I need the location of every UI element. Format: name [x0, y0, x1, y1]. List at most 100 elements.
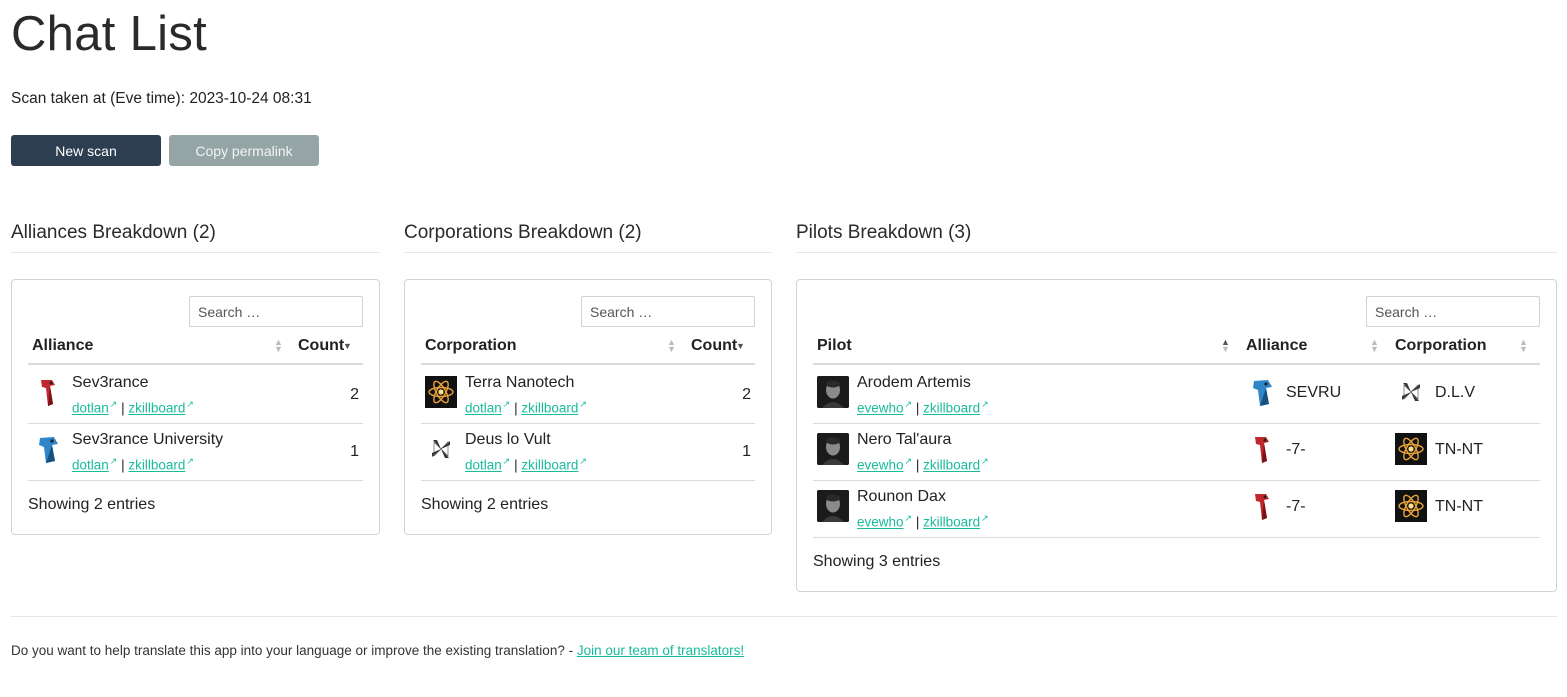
corporation-column-header[interactable]: Corporation — [425, 337, 517, 355]
count-column-header[interactable]: Count — [298, 337, 344, 355]
corporations-panel: Corporation ▲▼ Count ▼ Terra Nanotech do… — [404, 279, 772, 535]
count-value: 2 — [350, 386, 359, 403]
footer-text: Do you want to help translate this app i… — [11, 643, 574, 658]
zkillboard-link[interactable]: zkillboard — [521, 458, 578, 473]
pilot-alliance: SEVRU — [1286, 384, 1342, 401]
sort-icon[interactable]: ▲ ▼ — [1370, 338, 1379, 354]
external-link-icon: ↗ — [502, 399, 511, 409]
table-row: Arodem Artemis evewho↗ | zkillboard↗ SEV… — [813, 367, 1540, 424]
row-links: dotlan↗ | zkillboard↗ — [465, 399, 587, 416]
zkillboard-link[interactable]: zkillboard — [128, 401, 185, 416]
pilots-panel: Pilot ▲▼ Alliance ▲▼ Corporation ▲▼ Arod… — [796, 279, 1557, 592]
evewho-link[interactable]: evewho — [857, 458, 904, 473]
pilot-alliance: -7- — [1286, 498, 1306, 515]
evewho-link[interactable]: evewho — [857, 401, 904, 416]
alliance-column-header[interactable]: Alliance — [1246, 337, 1307, 355]
alliance-column-header[interactable]: Alliance — [32, 337, 93, 355]
sort-icon[interactable]: ▲ ▼ — [667, 338, 676, 354]
copy-permalink-button[interactable]: Copy permalink — [169, 135, 319, 166]
count-value: 1 — [742, 443, 751, 460]
sort-asc-icon[interactable]: ▲ ▼ — [1221, 338, 1230, 354]
zkillboard-link[interactable]: zkillboard — [923, 401, 980, 416]
alliances-showing-entries: Showing 2 entries — [28, 496, 156, 513]
corporation-name: Deus lo Vult — [465, 431, 551, 448]
pilot-corporation: TN-NT — [1435, 441, 1483, 458]
count-value: 1 — [350, 443, 359, 460]
footer: Do you want to help translate this app i… — [11, 643, 744, 658]
pilot-name: Arodem Artemis — [857, 374, 971, 391]
scan-time: Scan taken at (Eve time): 2023-10-24 08:… — [11, 90, 312, 107]
corporation-logo-icon — [1395, 490, 1427, 522]
pilot-portrait-icon — [817, 433, 849, 465]
count-column-header[interactable]: Count — [691, 337, 737, 355]
row-links: evewho↗ | zkillboard↗ — [857, 399, 989, 416]
pilot-name: Rounon Dax — [857, 488, 946, 505]
page-title: Chat List — [11, 7, 208, 61]
alliances-search-input[interactable] — [189, 296, 363, 327]
new-scan-button[interactable]: New scan — [11, 135, 161, 166]
corporations-heading: Corporations Breakdown (2) — [404, 222, 772, 253]
pilot-portrait-icon — [817, 490, 849, 522]
alliance-logo-icon — [32, 376, 64, 408]
table-row: Sev3rance dotlan↗ | zkillboard↗ 2 — [28, 367, 363, 424]
zkillboard-link[interactable]: zkillboard — [128, 458, 185, 473]
row-links: evewho↗ | zkillboard↗ — [857, 513, 989, 530]
table-row: Nero Tal'aura evewho↗ | zkillboard↗ -7- … — [813, 424, 1540, 481]
alliance-logo-icon — [1246, 490, 1278, 522]
corporation-name: Terra Nanotech — [465, 374, 575, 391]
corporation-logo-icon — [425, 376, 457, 408]
alliance-logo-icon — [32, 433, 64, 465]
table-row: Terra Nanotech dotlan↗ | zkillboard↗ 2 — [421, 367, 755, 424]
translators-link[interactable]: Join our team of translators! — [577, 643, 744, 658]
alliances-heading: Alliances Breakdown (2) — [11, 222, 380, 253]
alliance-logo-icon — [1246, 376, 1278, 408]
external-link-icon: ↗ — [186, 456, 194, 466]
corporation-logo-icon — [1395, 376, 1427, 408]
sort-desc-icon[interactable]: ▼ — [736, 339, 745, 351]
zkillboard-link[interactable]: zkillboard — [923, 515, 980, 530]
external-link-icon: ↗ — [186, 399, 194, 409]
table-row: Deus lo Vult dotlan↗ | zkillboard↗ 1 — [421, 424, 755, 481]
external-link-icon: ↗ — [981, 399, 989, 409]
corporations-section: Corporations Breakdown (2) — [404, 222, 772, 253]
external-link-icon: ↗ — [109, 399, 118, 409]
pilots-section: Pilots Breakdown (3) — [796, 222, 1557, 253]
dotlan-link[interactable]: dotlan — [72, 458, 109, 473]
external-link-icon: ↗ — [502, 456, 511, 466]
dotlan-link[interactable]: dotlan — [72, 401, 109, 416]
evewho-link[interactable]: evewho — [857, 515, 904, 530]
pilot-corporation: TN-NT — [1435, 498, 1483, 515]
sort-icon[interactable]: ▲ ▼ — [274, 338, 283, 354]
zkillboard-link[interactable]: zkillboard — [521, 401, 578, 416]
zkillboard-link[interactable]: zkillboard — [923, 458, 980, 473]
corporations-showing-entries: Showing 2 entries — [421, 496, 549, 513]
external-link-icon: ↗ — [904, 513, 913, 523]
table-row: Rounon Dax evewho↗ | zkillboard↗ -7- TN-… — [813, 481, 1540, 538]
alliance-name: Sev3rance University — [72, 431, 224, 448]
row-links: dotlan↗ | zkillboard↗ — [465, 456, 587, 473]
row-links: dotlan↗ | zkillboard↗ — [72, 399, 194, 416]
corporation-column-header[interactable]: Corporation — [1395, 337, 1487, 355]
corporations-search-input[interactable] — [581, 296, 755, 327]
alliance-name: Sev3rance — [72, 374, 149, 391]
external-link-icon: ↗ — [579, 399, 587, 409]
pilots-showing-entries: Showing 3 entries — [813, 553, 941, 570]
pilot-portrait-icon — [817, 376, 849, 408]
footer-divider — [11, 616, 1557, 617]
row-links: evewho↗ | zkillboard↗ — [857, 456, 989, 473]
dotlan-link[interactable]: dotlan — [465, 401, 502, 416]
table-row: Sev3rance University dotlan↗ | zkillboar… — [28, 424, 363, 481]
pilots-search-input[interactable] — [1366, 296, 1540, 327]
alliances-table-header: Alliance ▲ ▼ Count ▼ — [28, 333, 363, 365]
external-link-icon: ↗ — [981, 513, 989, 523]
sort-desc-icon[interactable]: ▼ — [343, 339, 352, 351]
alliance-logo-icon — [1246, 433, 1278, 465]
external-link-icon: ↗ — [109, 456, 118, 466]
sort-icon[interactable]: ▲ ▼ — [1519, 338, 1528, 354]
pilots-heading: Pilots Breakdown (3) — [796, 222, 1557, 253]
dotlan-link[interactable]: dotlan — [465, 458, 502, 473]
alliances-panel: Alliance ▲▼ Count ▼ Sev3rance dotlan↗ | … — [11, 279, 380, 535]
pilot-corporation: D.L.V — [1435, 384, 1476, 401]
external-link-icon: ↗ — [579, 456, 587, 466]
pilot-column-header[interactable]: Pilot — [817, 337, 852, 355]
